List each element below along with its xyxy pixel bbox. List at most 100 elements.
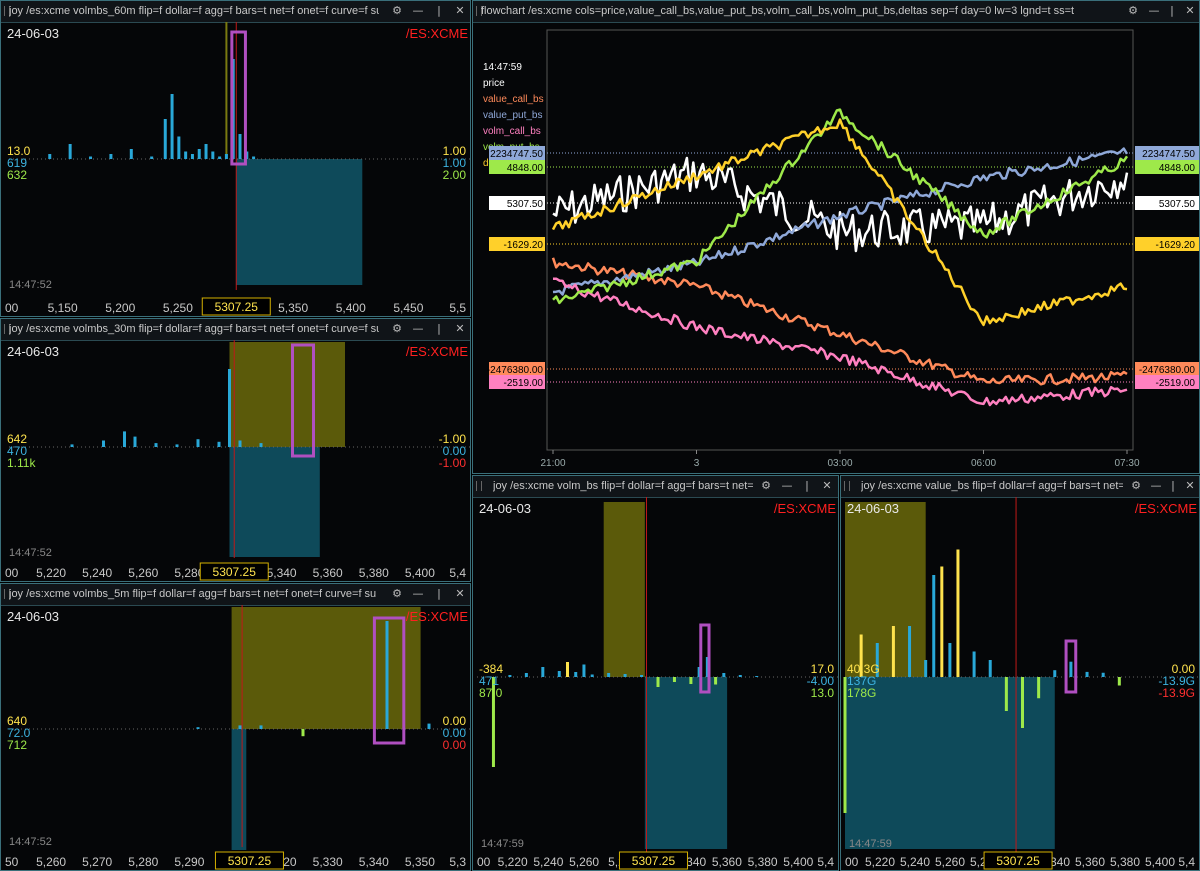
drag-handle[interactable]	[844, 481, 850, 491]
time-label: 14:47:59	[483, 62, 522, 73]
minimize-icon[interactable]: —	[1147, 478, 1165, 494]
minimize-icon[interactable]: —	[1145, 3, 1163, 19]
bar	[224, 154, 228, 159]
bar	[972, 651, 976, 677]
gear-icon[interactable]: ⚙	[1127, 478, 1145, 494]
bar	[932, 575, 936, 677]
left-value: 1.11k	[7, 456, 36, 470]
legend-entry: price	[483, 78, 505, 89]
symbol-label: /ES:XCME	[1135, 501, 1197, 516]
blue-zone	[229, 447, 320, 557]
minimize-icon[interactable]: —	[409, 586, 427, 602]
split-icon[interactable]: |	[1163, 3, 1181, 19]
bar	[574, 672, 578, 677]
x-tick-label: 06:00	[971, 458, 996, 469]
x-tick-label: 5,340	[359, 855, 389, 869]
split-icon[interactable]: |	[1164, 478, 1182, 494]
bar	[123, 431, 126, 447]
bar	[48, 154, 52, 159]
panel-titlebar[interactable]: joy /es:xcme volmbs_60m flip=f dollar=f …	[1, 1, 470, 23]
panel-title: joy /es:xcme volmbs_60m flip=f dollar=f …	[9, 5, 379, 17]
gear-icon[interactable]: ⚙	[388, 321, 406, 337]
close-icon[interactable]: ✕	[1181, 3, 1199, 19]
panel-titlebar[interactable]: flowchart /es:xcme cols=price,value_call…	[473, 1, 1199, 23]
right-value: 13.0	[811, 686, 835, 700]
bar	[524, 673, 528, 677]
bar-chart: 24-06-03/ES:XCME40.3G137G178G0.00-13.9G-…	[843, 497, 1199, 870]
x-tick-label: 3	[694, 458, 700, 469]
bar	[177, 136, 181, 159]
close-icon[interactable]: ✕	[451, 586, 469, 602]
x-tick-label: 5,240	[533, 855, 563, 869]
date-label: 24-06-03	[479, 501, 531, 516]
x-tick-label: 5,5	[449, 301, 466, 315]
bar	[590, 674, 594, 677]
close-icon[interactable]: ✕	[451, 321, 469, 337]
x-tick-label: 5,4	[1178, 855, 1195, 869]
drag-handle[interactable]	[476, 481, 482, 491]
panel-titlebar[interactable]: joy /es:xcme volmbs_5m flip=f dollar=f a…	[1, 584, 470, 606]
x-tick-label: 5,400	[405, 566, 435, 580]
bar	[640, 675, 644, 677]
x-tick-label: 5,4	[817, 855, 834, 869]
bar	[259, 725, 263, 729]
plot-area	[546, 29, 1134, 451]
x-tick-label: 5,200	[105, 301, 135, 315]
bar	[197, 149, 201, 159]
close-icon[interactable]: ✕	[1181, 478, 1199, 494]
x-tick-label: 5,380	[359, 566, 389, 580]
x-tick-label: 5,240	[900, 855, 930, 869]
bar	[623, 674, 627, 677]
value-tag-label: 5307.50	[1159, 199, 1196, 210]
date-label: 24-06-03	[7, 344, 59, 359]
gear-icon[interactable]: ⚙	[388, 3, 406, 19]
left-value: 632	[7, 168, 27, 182]
value-tag-label: -2476380.00	[1139, 365, 1196, 376]
split-icon[interactable]: |	[430, 586, 448, 602]
bar	[956, 549, 960, 677]
right-value: -1.00	[439, 456, 467, 470]
close-icon[interactable]: ✕	[451, 3, 469, 19]
split-icon[interactable]: |	[430, 321, 448, 337]
bar	[738, 675, 742, 677]
panel-titlebar[interactable]: joy /es:xcme volm_bs flip=f dollar=f agg…	[473, 476, 838, 498]
x-tick-label: 5,360	[1075, 855, 1105, 869]
x-tick-label: 5,260	[36, 855, 66, 869]
time-label: 14:47:59	[481, 838, 524, 850]
close-icon[interactable]: ✕	[818, 478, 836, 494]
bar	[175, 444, 179, 447]
bar	[89, 156, 93, 159]
price-box-label: 5307.25	[996, 854, 1040, 868]
x-tick-label: 00	[845, 855, 859, 869]
time-label: 14:47:52	[9, 836, 52, 848]
panel-titlebar[interactable]: joy /es:xcme value_bs flip=f dollar=f ag…	[841, 476, 1199, 498]
panel-title: joy /es:xcme volmbs_30m flip=f dollar=f …	[9, 323, 379, 335]
gear-icon[interactable]: ⚙	[388, 586, 406, 602]
value-tag-label: -1629.20	[504, 240, 544, 251]
gear-icon[interactable]: ⚙	[1124, 3, 1142, 19]
x-tick-label: 5,350	[278, 301, 308, 315]
bar	[228, 369, 231, 447]
x-tick-label: 5,280	[128, 855, 158, 869]
minimize-icon[interactable]: —	[409, 321, 427, 337]
panel-title: joy /es:xcme volm_bs flip=f dollar=f agg…	[493, 480, 753, 492]
bar	[129, 149, 133, 159]
blue-zone	[644, 677, 728, 849]
value-tag-label: -2476380.00	[487, 365, 544, 376]
date-label: 24-06-03	[7, 609, 59, 624]
gear-icon[interactable]: ⚙	[757, 478, 775, 494]
bar	[204, 144, 208, 159]
value-tag-label: 4848.00	[1159, 163, 1196, 174]
bar	[385, 621, 389, 729]
x-tick-label: 5,220	[36, 566, 66, 580]
time-label: 14:47:52	[9, 279, 52, 291]
minimize-icon[interactable]: —	[778, 478, 796, 494]
x-tick-label: 5,360	[712, 855, 742, 869]
minimize-icon[interactable]: —	[409, 3, 427, 19]
bar	[566, 662, 569, 677]
split-icon[interactable]: |	[430, 3, 448, 19]
bar	[133, 436, 137, 447]
split-icon[interactable]: |	[798, 478, 816, 494]
panel-titlebar[interactable]: joy /es:xcme volmbs_30m flip=f dollar=f …	[1, 319, 470, 341]
bar	[70, 444, 74, 447]
